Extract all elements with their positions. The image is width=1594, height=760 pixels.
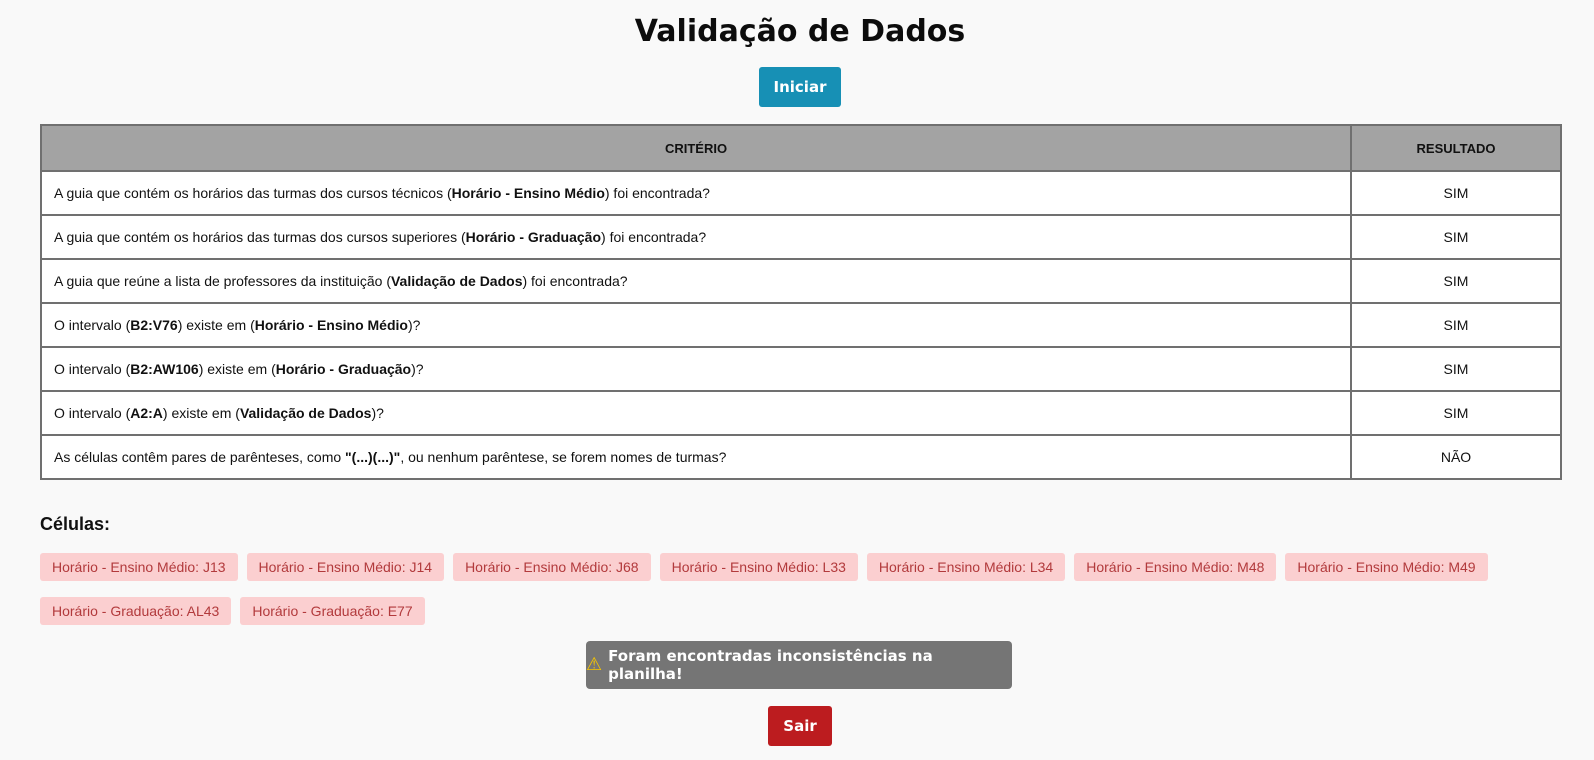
criterion-highlight: Horário - Graduação: [465, 229, 602, 245]
criterion-highlight: B2:AW106: [130, 361, 199, 377]
criterion-highlight: Horário - Ensino Médio: [254, 317, 408, 333]
table-header-row: CRITÉRIO RESULTADO: [40, 124, 1562, 172]
result-cell: NÃO: [1350, 434, 1562, 480]
criterion-text: As células contêm pares de parênteses, c…: [54, 449, 346, 465]
criterion-text: ) existe em (: [162, 405, 240, 421]
cell-chip: Horário - Ensino Médio: J68: [453, 553, 651, 581]
criterion-highlight: B2:V76: [130, 317, 178, 333]
cells-heading: Células:: [40, 514, 111, 534]
criterion-text: )?: [371, 405, 384, 421]
criterion-highlight: Validação de Dados: [390, 273, 523, 289]
criterion-highlight: Horário - Graduação: [275, 361, 412, 377]
cell-chip-list: Horário - Ensino Médio: J13 Horário - Ens…: [40, 553, 1560, 625]
result-cell: SIM: [1350, 214, 1562, 260]
cell-chip: Horário - Ensino Médio: M48: [1074, 553, 1277, 581]
cell-chip: Horário - Graduação: AL43: [40, 597, 232, 625]
table-row: A guia que contém os horários das turmas…: [40, 214, 1562, 260]
criterion-text: O intervalo (: [54, 361, 131, 377]
cell-chip: Horário - Ensino Médio: L34: [866, 553, 1066, 581]
cell-chip: Horário - Ensino Médio: M49: [1285, 553, 1488, 581]
result-cell: SIM: [1350, 346, 1562, 392]
criterion-text: A guia que contém os horários das turmas…: [54, 185, 452, 201]
alert-text: Foram encontradas inconsistências na pla…: [608, 647, 933, 683]
column-header-result: RESULTADO: [1350, 124, 1562, 172]
table-row: O intervalo (B2:AW106) existe em (Horári…: [40, 346, 1562, 392]
cell-chip: Horário - Ensino Médio: J14: [246, 553, 445, 581]
criterion-highlight: A2:A: [130, 405, 163, 421]
criterion-cell: A guia que contém os horários das turmas…: [40, 214, 1352, 260]
criterion-highlight: "(...)(...)": [345, 449, 401, 465]
criterion-text: O intervalo (: [54, 317, 131, 333]
criterion-text: , ou nenhum parêntese, se forem nomes de…: [400, 449, 727, 465]
criterion-cell: O intervalo (A2:A) existe em (Validação …: [40, 390, 1352, 436]
table-row: As células contêm pares de parênteses, c…: [40, 434, 1562, 480]
criterion-text: )?: [411, 361, 424, 377]
criterion-cell: A guia que contém os horários das turmas…: [40, 170, 1352, 216]
warning-icon: ⚠: [586, 654, 603, 675]
criterion-cell: A guia que reúne a lista de professores …: [40, 258, 1352, 304]
criterion-text: )?: [407, 317, 421, 333]
criterion-highlight: Validação de Dados: [239, 405, 372, 421]
criterion-text: ) existe em (: [198, 361, 276, 377]
criterion-text: A guia que reúne a lista de professores …: [54, 273, 391, 289]
criterion-text: ) foi encontrada?: [601, 229, 707, 245]
column-header-criterion: CRITÉRIO: [40, 124, 1352, 172]
criterion-text: ) existe em (: [177, 317, 255, 333]
validation-table: CRITÉRIO RESULTADO A guia que contém os …: [40, 124, 1562, 480]
start-button[interactable]: Iniciar: [759, 67, 841, 107]
cell-chip: Horário - Ensino Médio: L33: [659, 553, 858, 581]
criterion-text: O intervalo (: [54, 405, 131, 421]
inconsistency-alert: ⚠ Foram encontradas inconsistências na p…: [586, 641, 1012, 689]
table-row: A guia que reúne a lista de professores …: [40, 258, 1562, 304]
criterion-cell: O intervalo (B2:AW106) existe em (Horári…: [40, 346, 1352, 392]
criterion-cell: As células contêm pares de parênteses, c…: [40, 434, 1352, 480]
result-cell: SIM: [1350, 170, 1562, 216]
criterion-text: ) foi encontrada?: [604, 185, 710, 201]
page-title: Validação de Dados: [634, 14, 966, 49]
table-row: O intervalo (A2:A) existe em (Validação …: [40, 390, 1562, 436]
criterion-text: A guia que contém os horários das turmas…: [54, 229, 466, 245]
table-row: O intervalo (B2:V76) existe em (Horário …: [40, 302, 1562, 348]
criterion-highlight: Horário - Ensino Médio: [451, 185, 605, 201]
result-cell: SIM: [1350, 390, 1562, 436]
exit-button[interactable]: Sair: [768, 706, 832, 746]
result-cell: SIM: [1350, 302, 1562, 348]
cell-chip: Horário - Ensino Médio: J13: [40, 553, 238, 581]
criterion-text: ) foi encontrada?: [522, 273, 628, 289]
cell-chip: Horário - Graduação: E77: [240, 597, 425, 625]
table-row: A guia que contém os horários das turmas…: [40, 170, 1562, 216]
result-cell: SIM: [1350, 258, 1562, 304]
criterion-cell: O intervalo (B2:V76) existe em (Horário …: [40, 302, 1352, 348]
